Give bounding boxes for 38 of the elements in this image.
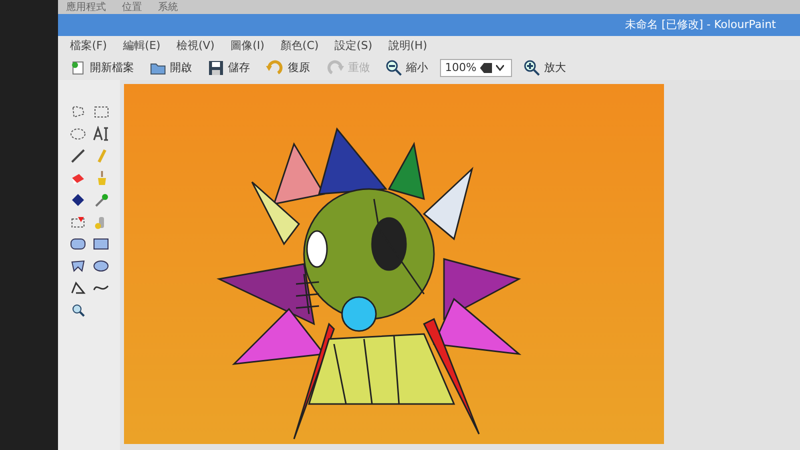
- line-icon[interactable]: [70, 148, 86, 164]
- new-button[interactable]: 開新檔案: [66, 60, 138, 76]
- color-picker-icon[interactable]: [92, 192, 108, 208]
- zoom-out-icon: [386, 60, 402, 76]
- fill-bucket-icon[interactable]: [70, 192, 86, 208]
- menu-item[interactable]: 圖像(I): [230, 38, 264, 54]
- document-plus-icon: [70, 60, 86, 76]
- open-button[interactable]: 開啟: [146, 60, 196, 76]
- ellipse-select-icon[interactable]: [70, 126, 86, 142]
- ellipse-icon[interactable]: [92, 258, 108, 274]
- menu-item[interactable]: 編輯(E): [122, 38, 160, 54]
- menu-item[interactable]: 檔案(F): [70, 38, 107, 54]
- polyline-icon[interactable]: [70, 280, 86, 296]
- zoom-in-icon: [524, 60, 540, 76]
- menu-item[interactable]: 顏色(C): [280, 38, 319, 54]
- taskbar-menu[interactable]: 位置: [122, 0, 142, 14]
- menu-item[interactable]: 說明(H): [388, 38, 428, 54]
- taskbar-menu[interactable]: 系統: [158, 0, 178, 14]
- clear-icon[interactable]: [480, 63, 492, 73]
- undo-arrow-icon: [266, 60, 284, 76]
- polygon-icon[interactable]: [70, 258, 86, 274]
- zoomin-button[interactable]: 放大: [520, 60, 570, 76]
- save-button[interactable]: 儲存: [204, 60, 254, 76]
- color-eraser-icon[interactable]: [70, 214, 86, 230]
- zoom-icon[interactable]: [70, 302, 86, 318]
- free-select-icon[interactable]: [70, 104, 86, 120]
- zoom-combo-box[interactable]: 100%: [440, 59, 512, 77]
- menu-item[interactable]: 設定(S): [334, 38, 372, 54]
- menu-item[interactable]: 檢視(V): [176, 38, 215, 54]
- rect-select-icon[interactable]: [92, 104, 108, 120]
- undo-button[interactable]: 復原: [262, 60, 314, 76]
- zoomout-button[interactable]: 縮小: [382, 60, 432, 76]
- rounded-rect-icon[interactable]: [70, 236, 86, 252]
- redo-arrow-icon: [326, 60, 344, 76]
- save-icon: [208, 60, 224, 76]
- rectangle-icon[interactable]: [92, 236, 108, 252]
- window-title: 未命名 [已修改] - KolourPaint: [625, 16, 776, 33]
- text-tool-icon[interactable]: [92, 126, 108, 142]
